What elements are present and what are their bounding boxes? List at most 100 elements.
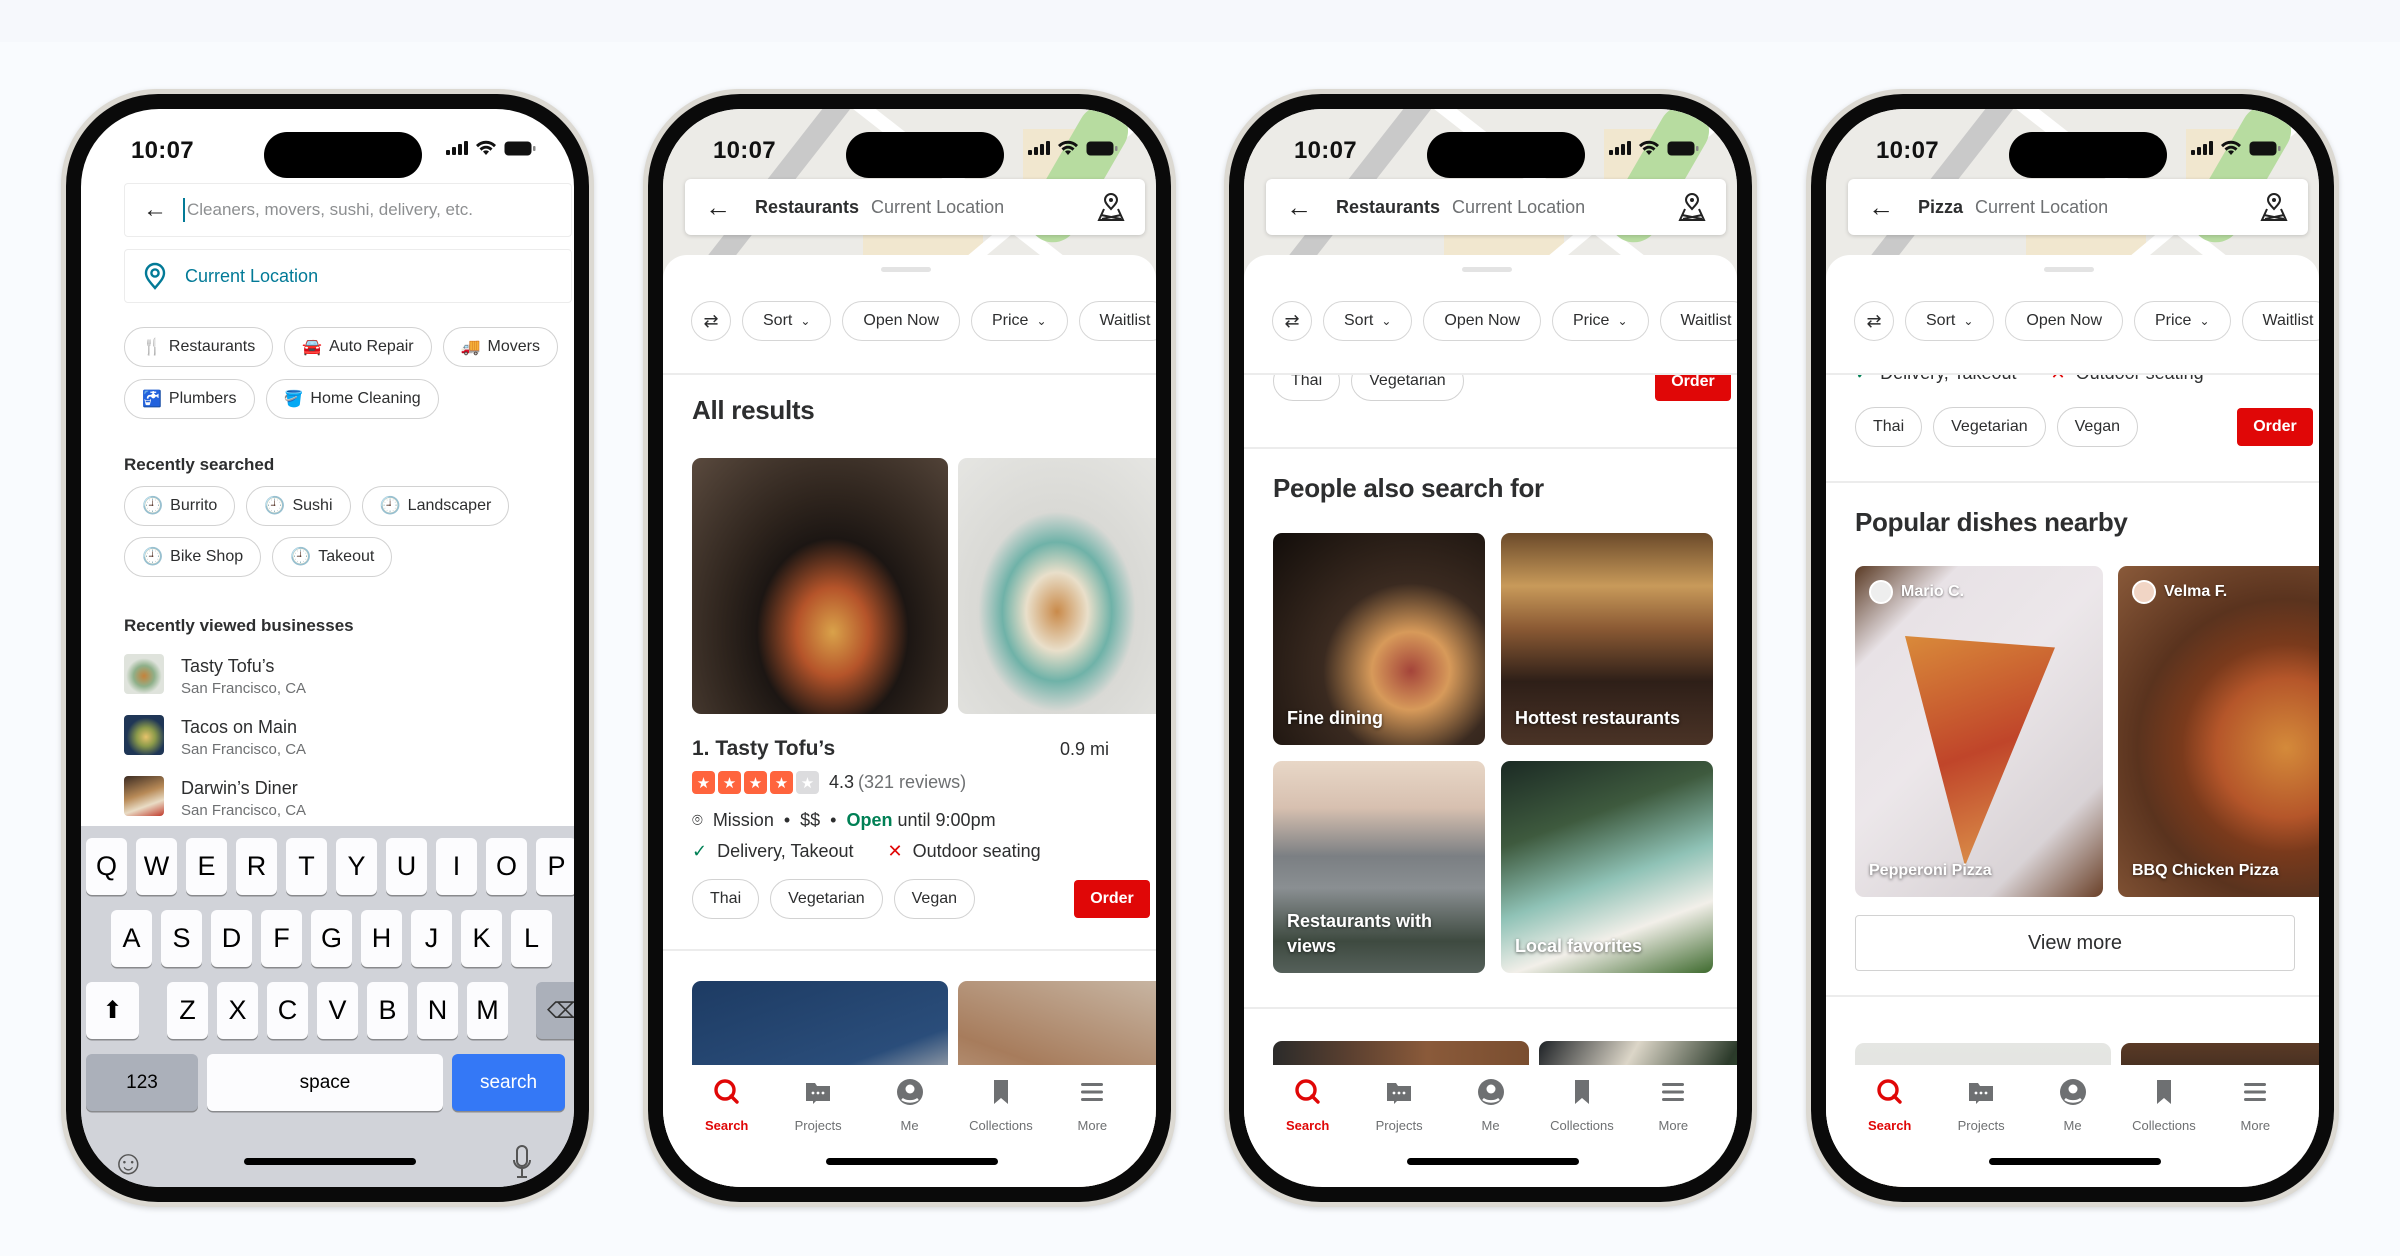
open-now-filter[interactable]: Open Now: [1423, 301, 1541, 341]
back-arrow-icon[interactable]: ←: [1868, 194, 1894, 220]
waitlist-filter[interactable]: Waitlist: [1078, 301, 1156, 341]
key-y[interactable]: Y: [336, 838, 377, 895]
dish-card[interactable]: Velma F. BBQ Chicken Pizza: [2118, 566, 2319, 897]
key-l[interactable]: L: [511, 910, 552, 967]
recent-business-item[interactable]: Darwin’s Diner San Francisco, CA: [124, 776, 306, 822]
key-u[interactable]: U: [386, 838, 427, 895]
key-p[interactable]: P: [536, 838, 574, 895]
numbers-key[interactable]: 123: [86, 1054, 198, 1111]
filter-options-button[interactable]: ⇄: [1854, 301, 1894, 341]
tab-more[interactable]: More: [2210, 1077, 2301, 1187]
back-arrow-icon[interactable]: ←: [705, 194, 731, 220]
key-w[interactable]: W: [136, 838, 177, 895]
waitlist-filter[interactable]: Waitlist: [2241, 301, 2319, 341]
key-v[interactable]: V: [317, 982, 358, 1039]
search-header[interactable]: ← Restaurants Current Location: [685, 179, 1145, 235]
recent-search-chip[interactable]: 🕘 Sushi: [246, 486, 351, 526]
dish-user[interactable]: Velma F.: [2132, 580, 2227, 604]
tab-projects[interactable]: Projects: [1935, 1077, 2026, 1187]
tab-collections[interactable]: Collections: [2118, 1077, 2209, 1187]
tab-collections[interactable]: Collections: [955, 1077, 1046, 1187]
order-button[interactable]: Order: [1074, 880, 1150, 918]
filter-options-button[interactable]: ⇄: [1272, 301, 1312, 341]
key-k[interactable]: K: [461, 910, 502, 967]
view-more-button[interactable]: View more: [1855, 915, 2295, 971]
cuisine-tag[interactable]: Vegan: [893, 879, 976, 919]
tab-projects[interactable]: Projects: [1353, 1077, 1444, 1187]
key-z[interactable]: Z: [167, 982, 208, 1039]
tab-search[interactable]: Search: [1844, 1077, 1935, 1187]
cuisine-tag[interactable]: Thai: [692, 879, 760, 919]
microphone-icon[interactable]: [512, 1144, 532, 1185]
tab-collections[interactable]: Collections: [1536, 1077, 1627, 1187]
recent-search-chip[interactable]: 🕘 Landscaper: [361, 486, 510, 526]
review-count[interactable]: (321 reviews): [858, 772, 966, 793]
order-button[interactable]: Order: [1655, 375, 1731, 401]
sort-filter[interactable]: Sort ⌄: [1323, 301, 1413, 341]
category-tile-hottest-restaurants[interactable]: Hottest restaurants: [1501, 533, 1713, 745]
recent-search-chip[interactable]: 🕘 Burrito: [124, 486, 236, 526]
category-chip-auto-repair[interactable]: 🚘 Auto Repair: [284, 327, 432, 367]
sort-filter[interactable]: Sort ⌄: [742, 301, 832, 341]
key-d[interactable]: D: [211, 910, 252, 967]
tab-me[interactable]: Me: [2027, 1077, 2118, 1187]
key-c[interactable]: C: [267, 982, 308, 1039]
cuisine-tag[interactable]: Vegetarian: [1933, 407, 2046, 447]
tab-more[interactable]: More: [1047, 1077, 1138, 1187]
back-arrow-icon[interactable]: ←: [1286, 194, 1312, 220]
map-pin-icon[interactable]: [2260, 192, 2288, 222]
price-filter[interactable]: Price ⌄: [2134, 301, 2231, 341]
key-t[interactable]: T: [286, 838, 327, 895]
category-tile-restaurants-with-views[interactable]: Restaurants with views: [1273, 761, 1485, 973]
recent-search-chip[interactable]: 🕘 Takeout: [272, 537, 393, 577]
shift-key[interactable]: ⬆: [86, 982, 139, 1039]
key-e[interactable]: E: [186, 838, 227, 895]
search-header[interactable]: ← Pizza Current Location: [1848, 179, 2308, 235]
key-s[interactable]: S: [161, 910, 202, 967]
key-i[interactable]: I: [436, 838, 477, 895]
business-photo[interactable]: [692, 458, 948, 714]
waitlist-filter[interactable]: Waitlist: [1659, 301, 1737, 341]
sheet-grabber[interactable]: [2044, 267, 2094, 272]
key-b[interactable]: B: [367, 982, 408, 1039]
search-input[interactable]: ← Cleaners, movers, sushi, delivery, etc…: [124, 183, 572, 237]
cuisine-tag[interactable]: Vegetarian: [1351, 375, 1464, 401]
tab-me[interactable]: Me: [1445, 1077, 1536, 1187]
key-g[interactable]: G: [311, 910, 352, 967]
cuisine-tag[interactable]: Thai: [1855, 407, 1923, 447]
key-a[interactable]: A: [111, 910, 152, 967]
key-q[interactable]: Q: [86, 838, 127, 895]
key-n[interactable]: N: [417, 982, 458, 1039]
cuisine-tag[interactable]: Vegan: [2056, 407, 2139, 447]
category-chip-home-cleaning[interactable]: 🪣 Home Cleaning: [265, 379, 439, 419]
recent-business-item[interactable]: Tacos on Main San Francisco, CA: [124, 715, 306, 761]
recent-search-chip[interactable]: 🕘 Bike Shop: [124, 537, 262, 577]
search-key[interactable]: search: [452, 1054, 565, 1111]
dish-user[interactable]: Mario C.: [1869, 580, 1964, 604]
search-header[interactable]: ← Restaurants Current Location: [1266, 179, 1726, 235]
key-x[interactable]: X: [217, 982, 258, 1039]
tab-me[interactable]: Me: [864, 1077, 955, 1187]
back-arrow-icon[interactable]: ←: [143, 196, 167, 224]
tab-search[interactable]: Search: [1262, 1077, 1353, 1187]
filter-options-button[interactable]: ⇄: [691, 301, 731, 341]
tab-search[interactable]: Search: [681, 1077, 772, 1187]
sheet-grabber[interactable]: [1462, 267, 1512, 272]
cuisine-tag[interactable]: Vegetarian: [770, 879, 883, 919]
key-j[interactable]: J: [411, 910, 452, 967]
emoji-icon[interactable]: ☺: [111, 1144, 146, 1183]
tab-projects[interactable]: Projects: [772, 1077, 863, 1187]
sheet-grabber[interactable]: [881, 267, 931, 272]
dish-card[interactable]: Mario C. Pepperoni Pizza: [1855, 566, 2103, 897]
price-filter[interactable]: Price ⌄: [1552, 301, 1649, 341]
category-tile-fine-dining[interactable]: Fine dining: [1273, 533, 1485, 745]
category-chip-movers[interactable]: 🚚 Movers: [442, 327, 558, 367]
open-now-filter[interactable]: Open Now: [842, 301, 960, 341]
backspace-key[interactable]: ⌫: [536, 982, 574, 1039]
cuisine-tag[interactable]: Thai: [1273, 375, 1341, 401]
key-r[interactable]: R: [236, 838, 277, 895]
map-pin-icon[interactable]: [1097, 192, 1125, 222]
key-m[interactable]: M: [467, 982, 508, 1039]
key-o[interactable]: O: [486, 838, 527, 895]
space-key[interactable]: space: [207, 1054, 443, 1111]
